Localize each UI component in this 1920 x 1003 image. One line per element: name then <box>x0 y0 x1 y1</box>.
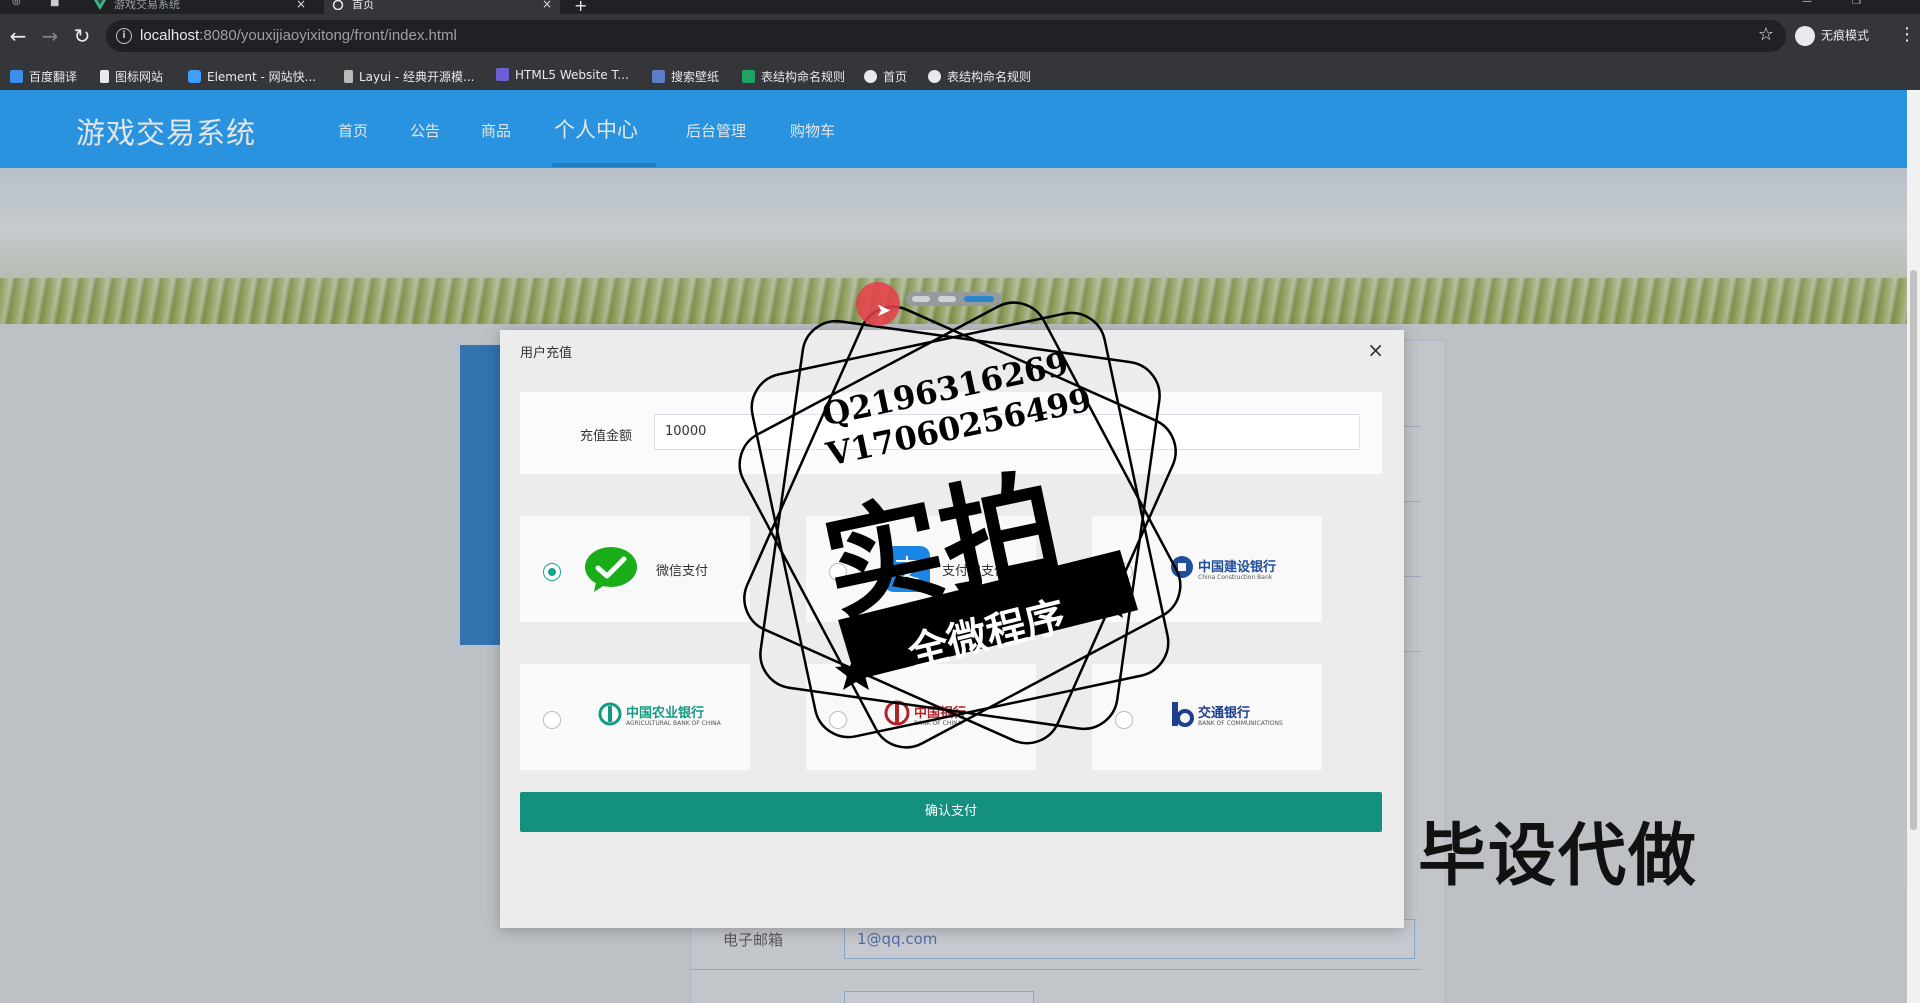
browser-menu-icon[interactable]: ◎ <box>12 0 21 7</box>
watermark-stamp: Q2196316269 V17060256499 实拍 全微程序 <box>720 280 1200 770</box>
reload-icon[interactable]: ↻ <box>70 24 94 48</box>
tab-close-icon[interactable]: × <box>542 0 552 10</box>
layui-icon <box>344 70 353 83</box>
bookmarks-bar: 百度翻译 图标网站 Element - 网站快... Layui - 经典开源模… <box>0 60 1920 90</box>
bookmark-item[interactable]: 表结构命名规则 <box>742 68 845 85</box>
wechat-pay-label: 微信支付 <box>656 564 709 579</box>
ccb-sub-label: China Construction Bank <box>1198 574 1273 581</box>
url-text[interactable]: localhost:8080/youxijiaoyixitong/front/i… <box>140 27 457 44</box>
wechat-pay-icon <box>584 546 638 596</box>
close-icon[interactable]: × <box>1367 338 1384 362</box>
sheet-icon <box>742 70 755 83</box>
new-tab-button[interactable]: + <box>574 0 587 15</box>
tab-close-icon[interactable]: × <box>296 0 306 10</box>
flag-icon <box>100 70 109 83</box>
browser-tab-bar: ◎ ■ 游戏交易系统 × 首页 × + — ❐ <box>0 0 1920 15</box>
abc-label: 中国农业银行 <box>626 706 705 721</box>
restore-icon[interactable]: ❐ <box>1852 0 1861 7</box>
globe-icon <box>332 0 344 11</box>
ccb-label: 中国建设银行 <box>1198 560 1277 575</box>
bookmark-item[interactable]: Layui - 经典开源模... <box>344 68 474 85</box>
bookmark-item[interactable]: 首页 <box>864 68 907 85</box>
browser-toolbar: ← → ↻ i localhost:8080/youxijiaoyixitong… <box>0 14 1920 60</box>
globe-icon <box>928 70 941 83</box>
scrollbar-thumb[interactable] <box>1910 270 1917 830</box>
back-arrow-icon[interactable]: ← <box>6 24 30 48</box>
abc-sub-label: AGRICULTURAL BANK OF CHINA <box>626 720 721 727</box>
bookmark-item[interactable]: Element - 网站快... <box>188 68 316 85</box>
globe-icon <box>864 70 877 83</box>
html5-icon <box>496 68 509 81</box>
tab-strip-icon[interactable]: ■ <box>50 0 59 8</box>
payment-option-abc[interactable]: 中国农业银行 AGRICULTURAL BANK OF CHINA <box>520 664 750 770</box>
side-watermark-text: 毕设代做 <box>1418 817 1699 896</box>
wallpaper-icon <box>652 70 665 83</box>
mouse-cursor-icon: ➤ <box>876 300 892 321</box>
page-scrollbar[interactable] <box>1907 90 1920 1003</box>
bookmark-item[interactable]: 图标网站 <box>100 68 163 85</box>
confirm-payment-button[interactable]: 确认支付 <box>520 792 1382 832</box>
payment-option-wechat[interactable]: 微信支付 <box>520 516 750 622</box>
bookmark-item[interactable]: HTML5 Website T... <box>496 68 629 82</box>
incognito-profile[interactable]: 无痕模式 <box>1795 26 1869 46</box>
amount-label: 充值金额 <box>580 429 633 444</box>
address-bar[interactable]: i localhost:8080/youxijiaoyixitong/front… <box>106 20 1786 52</box>
info-icon[interactable]: i <box>116 28 132 44</box>
element-icon <box>188 70 201 83</box>
bookmark-star-icon[interactable]: ☆ <box>1758 24 1774 45</box>
vue-icon <box>94 0 106 10</box>
bookmark-item[interactable]: 表结构命名规则 <box>928 68 1031 85</box>
radio-wechat[interactable] <box>543 563 561 581</box>
tab-game-system[interactable]: 游戏交易系统 × <box>86 0 314 14</box>
bookmark-item[interactable]: 搜索壁纸 <box>652 68 719 85</box>
minimize-icon[interactable]: — <box>1802 0 1812 7</box>
bookmark-item[interactable]: 百度翻译 <box>10 68 77 85</box>
incognito-icon <box>1795 26 1815 46</box>
bocom-sub-label: BANK OF COMMUNICATIONS <box>1198 720 1283 727</box>
kebab-menu-icon[interactable]: ⋮ <box>1898 24 1916 45</box>
tab-home[interactable]: 首页 × <box>324 0 560 14</box>
dialog-title: 用户充值 <box>520 346 573 361</box>
translate-icon <box>10 70 23 83</box>
radio-abc[interactable] <box>543 711 561 729</box>
abc-logo-icon <box>598 702 622 730</box>
bocom-label: 交通银行 <box>1198 706 1251 721</box>
forward-arrow-icon[interactable]: → <box>38 24 62 48</box>
